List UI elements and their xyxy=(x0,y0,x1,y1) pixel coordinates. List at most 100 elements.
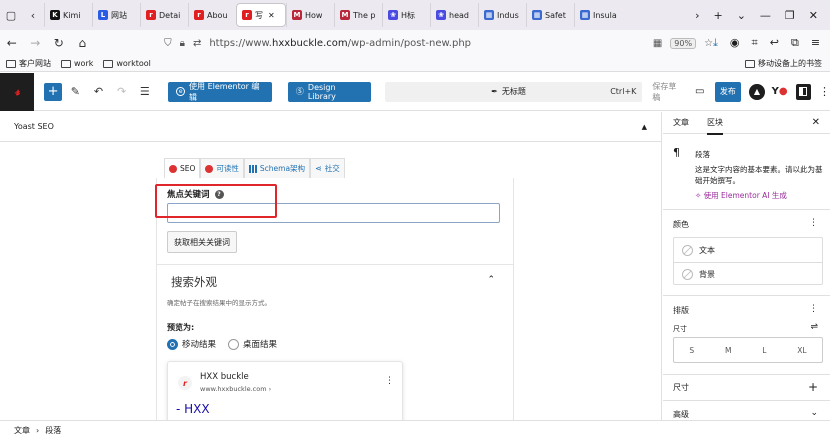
design-library-button[interactable]: Ⓢ Design Library xyxy=(287,81,372,102)
tab-title: H标 xyxy=(401,10,416,20)
restore-icon[interactable]: ❐ xyxy=(785,9,795,22)
browser-tab[interactable]: ▦ Insula xyxy=(574,3,622,27)
forward-icon[interactable]: → xyxy=(24,36,48,50)
breadcrumb-separator-icon: › xyxy=(36,426,40,435)
color-text-item[interactable]: 文本 xyxy=(674,238,822,262)
address-bar[interactable]: ⛉ 🔒︎ ⇄ https://www.hxxbuckle.com/wp-admi… xyxy=(164,32,713,54)
back-icon[interactable]: ← xyxy=(0,36,24,50)
extensions-icon[interactable]: ⧉ xyxy=(791,36,799,50)
breadcrumb-post[interactable]: 文章 xyxy=(14,425,30,436)
account-icon[interactable]: ◉ xyxy=(730,36,740,50)
close-window-icon[interactable]: ✕ xyxy=(809,9,818,22)
download-icon[interactable]: ⤓ xyxy=(713,36,718,50)
dimensions-section-title[interactable]: 尺寸 xyxy=(673,382,689,393)
browser-tab[interactable]: K Kimi xyxy=(44,3,92,27)
lock-icon[interactable]: 🔒︎ xyxy=(180,38,185,49)
tab-scroll-left-icon[interactable]: ‹ xyxy=(22,4,44,26)
tab-title: Detai xyxy=(159,10,181,20)
search-appearance-title[interactable]: 搜索外观 xyxy=(171,274,217,290)
tab-social[interactable]: ⋖ 社交 xyxy=(310,158,345,178)
serp-preview-card[interactable]: r HXX buckle www.hxxbuckle.com › ⋮ - HXX xyxy=(167,361,403,420)
elementor-edit-button[interactable]: e 使用 Elementor 编辑 xyxy=(168,81,272,102)
typography-options-icon[interactable]: ⋮ xyxy=(809,304,818,314)
new-tab-icon[interactable]: + xyxy=(713,9,722,22)
crop-icon[interactable]: ⌗ xyxy=(752,36,758,50)
bookmark-star-icon[interactable]: ☆ xyxy=(704,38,713,49)
radio-desktop-result[interactable]: 桌面结果 xyxy=(228,338,277,350)
options-icon[interactable]: ⋮ xyxy=(819,85,830,98)
tools-pen-icon[interactable]: ✎ xyxy=(66,85,85,98)
close-tab-icon[interactable]: ✕ xyxy=(268,11,275,20)
divider xyxy=(157,264,514,265)
yoast-header[interactable]: Yoast SEO ▲ xyxy=(0,112,661,142)
size-option-m[interactable]: M xyxy=(725,346,731,355)
radio-empty-icon[interactable] xyxy=(228,338,240,350)
tab-scroll-right-icon[interactable]: › xyxy=(695,9,699,22)
browser-tab[interactable]: r Detai xyxy=(140,3,188,27)
reload-icon[interactable]: ↻ xyxy=(47,36,71,50)
browser-tab[interactable]: ▦ Indus xyxy=(478,3,526,27)
tab-title: 写 xyxy=(255,10,263,20)
settings-sidebar: 文章 区块 ✕ ¶ 段落 这是文字内容的基本要素。请以此为基础开始撰写。 ✧ 使… xyxy=(663,112,830,420)
size-option-s[interactable]: S xyxy=(689,346,694,355)
redo-icon[interactable]: ↷ xyxy=(112,85,131,98)
custom-size-icon[interactable]: ⇌ xyxy=(810,322,818,332)
breadcrumb-paragraph[interactable]: 段落 xyxy=(45,425,61,436)
browser-tab[interactable]: L 网站 xyxy=(92,3,140,27)
bookmark-folder-clients[interactable]: 客户网站 xyxy=(6,58,51,69)
browser-tab[interactable]: ❀ head xyxy=(430,3,478,27)
color-background-item[interactable]: 背景 xyxy=(674,262,822,286)
tab-readability[interactable]: 可读性 xyxy=(200,158,244,178)
close-sidebar-icon[interactable]: ✕ xyxy=(812,117,820,128)
browser-tab[interactable]: M How xyxy=(286,3,334,27)
bookmark-folder-worktool[interactable]: worktool xyxy=(103,59,151,68)
minimize-icon[interactable]: — xyxy=(760,9,771,22)
browser-tab[interactable]: r Abou xyxy=(188,3,236,27)
site-logo[interactable]: 𝓻 xyxy=(0,72,35,111)
color-options-icon[interactable]: ⋮ xyxy=(809,218,818,228)
undo-icon[interactable]: ↶ xyxy=(89,85,108,98)
radio-mobile-result[interactable]: 移动结果 xyxy=(167,338,216,350)
add-dimension-icon[interactable]: + xyxy=(808,380,818,394)
mobile-bookmarks[interactable]: 移动设备上的书签 xyxy=(745,58,830,69)
tab-list-icon[interactable]: ⌄ xyxy=(737,9,746,22)
tab-block[interactable]: 区块 xyxy=(707,117,723,135)
size-option-l[interactable]: L xyxy=(762,346,766,355)
browser-tab[interactable]: ❀ H标 xyxy=(382,3,430,27)
tab-overview-icon[interactable]: ▢ xyxy=(0,4,22,26)
chevron-down-icon[interactable]: ⌄ xyxy=(810,408,818,418)
tab-schema[interactable]: Schema架构 xyxy=(243,158,311,178)
zoom-badge[interactable]: 90% xyxy=(670,37,697,49)
tab-title: Safet xyxy=(545,10,566,20)
chevron-up-icon[interactable]: ⌃ xyxy=(487,275,495,285)
bookmark-folder-work[interactable]: work xyxy=(61,59,93,68)
browser-tab[interactable]: M The p xyxy=(334,3,382,27)
tab-title: Kimi xyxy=(63,10,81,20)
qr-icon[interactable]: ▦ xyxy=(653,38,662,49)
folder-icon xyxy=(745,59,755,68)
tab-post[interactable]: 文章 xyxy=(673,117,689,128)
document-title-bar[interactable]: ✒ 无标题 Ctrl+K xyxy=(385,81,643,102)
size-option-xl[interactable]: XL xyxy=(797,346,806,355)
related-keywords-button[interactable]: 获取相关关键词 xyxy=(167,231,237,253)
menu-icon[interactable]: ≡ xyxy=(811,36,820,50)
browser-tab[interactable]: r 写 ✕ xyxy=(236,3,286,27)
ai-assistant-icon[interactable]: ▲ xyxy=(749,83,765,100)
shield-icon[interactable]: ⛉ xyxy=(164,38,172,49)
block-inserter-button[interactable]: + xyxy=(44,82,62,101)
radio-selected-icon[interactable] xyxy=(167,338,178,350)
save-draft-button[interactable]: 保存草稿 xyxy=(652,81,683,103)
yoast-icon[interactable]: Y● xyxy=(772,86,788,97)
collapse-caret-icon[interactable]: ▲ xyxy=(642,123,647,131)
elementor-ai-link[interactable]: ✧ 使用 Elementor AI 生成 xyxy=(695,190,787,201)
reply-icon[interactable]: ↩ xyxy=(770,36,779,50)
tab-seo[interactable]: SEO xyxy=(164,158,201,178)
preview-icon[interactable]: ▭ xyxy=(695,86,704,97)
publish-button[interactable]: 发布 xyxy=(714,81,742,102)
browser-tab[interactable]: ▦ Safet xyxy=(526,3,574,27)
permissions-icon[interactable]: ⇄ xyxy=(193,38,201,49)
advanced-section-title[interactable]: 高级 xyxy=(673,409,689,420)
settings-panel-icon[interactable] xyxy=(795,83,811,100)
document-overview-icon[interactable]: ☰ xyxy=(135,85,154,98)
home-icon[interactable]: ⌂ xyxy=(71,36,95,50)
